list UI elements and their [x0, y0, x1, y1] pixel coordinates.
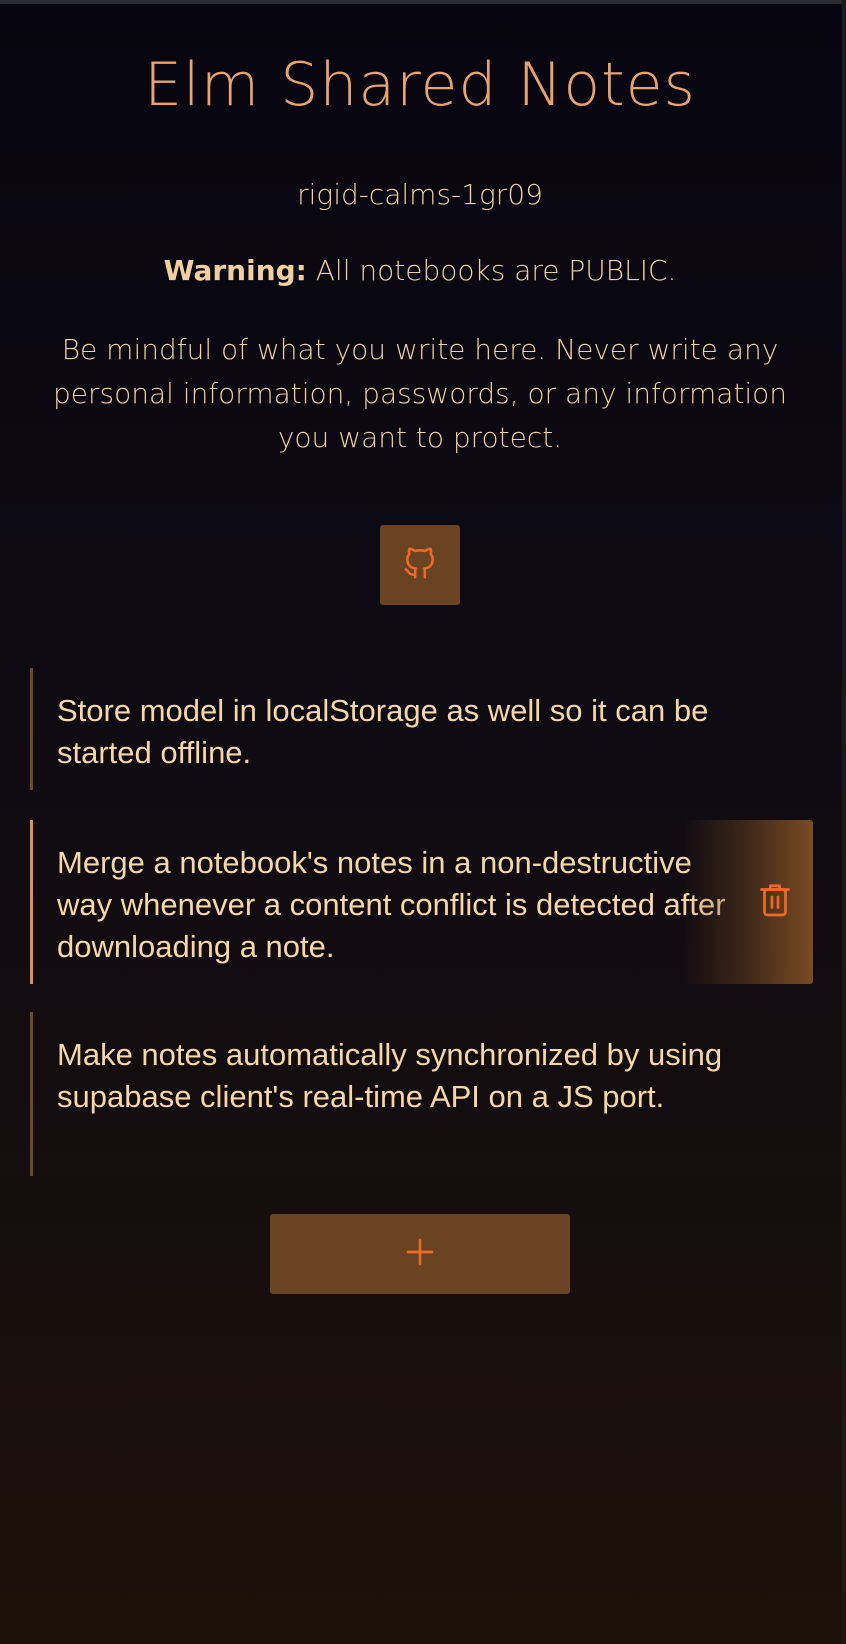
github-link-button[interactable]	[380, 525, 460, 605]
trash-icon	[757, 880, 793, 924]
scrollbar-track	[842, 0, 846, 1644]
public-warning: Warning: All notebooks are PUBLIC.	[0, 254, 840, 287]
github-icon	[401, 544, 439, 586]
privacy-advice: Be mindful of what you write here. Never…	[52, 333, 788, 454]
note-item[interactable]: Merge a notebook's notes in a non-destru…	[30, 820, 813, 984]
warning-label: Warning:	[163, 254, 307, 287]
note-item[interactable]: Store model in localStorage as well so i…	[30, 668, 813, 790]
notebook-id: rigid-calms-1gr09	[297, 178, 543, 211]
page-title: Elm Shared Notes	[144, 50, 696, 120]
note-text[interactable]: Merge a notebook's notes in a non-destru…	[57, 842, 737, 968]
delete-note-button[interactable]	[683, 820, 813, 984]
plus-icon	[404, 1236, 436, 1272]
note-text[interactable]: Make notes automatically synchronized by…	[57, 1034, 737, 1118]
note-text[interactable]: Store model in localStorage as well so i…	[57, 690, 737, 774]
window-top-edge	[0, 0, 846, 4]
note-item[interactable]: Make notes automatically synchronized by…	[30, 1012, 813, 1176]
warning-text: All notebooks are PUBLIC.	[306, 254, 677, 287]
add-note-button[interactable]	[270, 1214, 570, 1294]
